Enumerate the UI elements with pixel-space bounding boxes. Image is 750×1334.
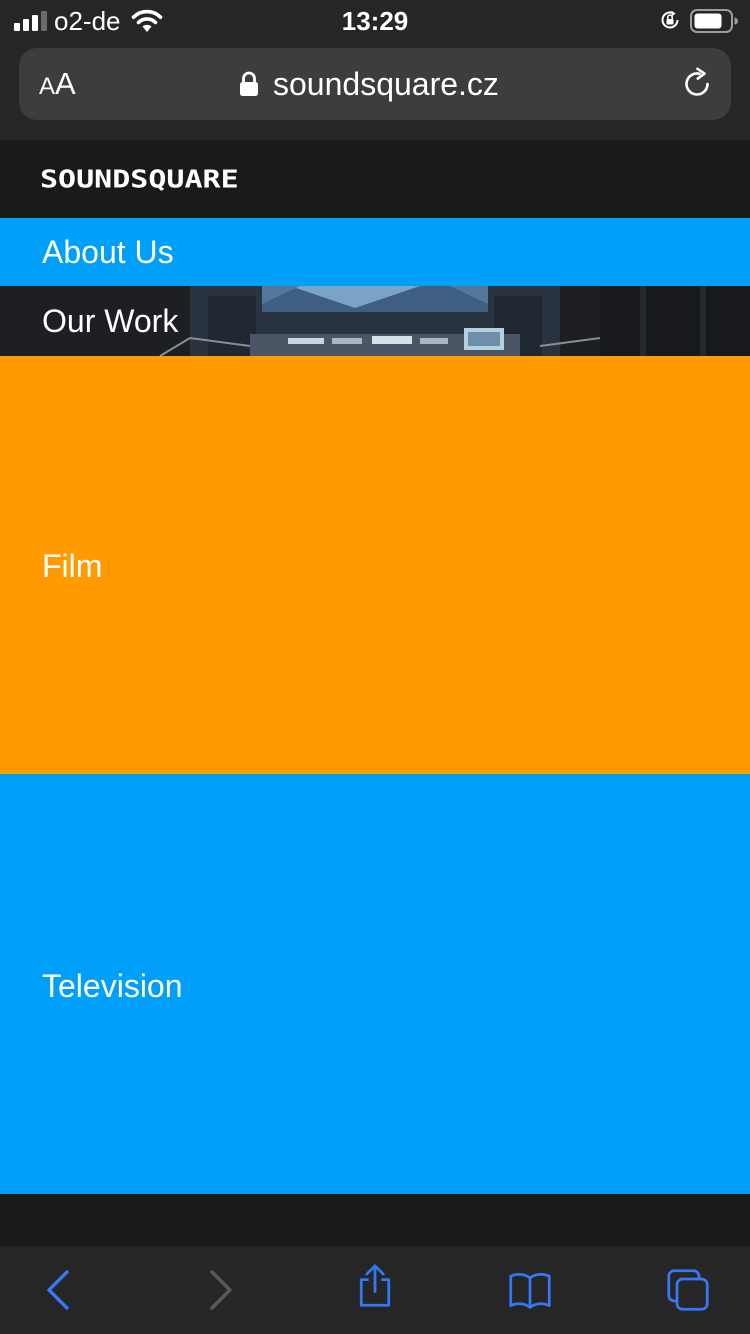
forward-icon[interactable] xyxy=(197,1268,241,1312)
battery-icon xyxy=(690,9,738,33)
share-icon[interactable] xyxy=(353,1264,397,1308)
text-size-small-letter: A xyxy=(39,73,56,100)
phone-screen: o2-de 13:29 AA soundsquare.cz SOUNDSQUAR… xyxy=(0,0,750,1334)
browser-toolbar xyxy=(0,1246,750,1334)
category-label-film: Film xyxy=(42,548,103,584)
address-bar[interactable]: AA soundsquare.cz xyxy=(19,48,731,120)
page-footer xyxy=(0,1194,750,1246)
site-header: SOUNDSQUARE xyxy=(0,140,750,218)
back-icon[interactable] xyxy=(38,1268,82,1312)
nav-label-about-us: About Us xyxy=(42,234,174,270)
site-logo[interactable]: SOUNDSQUARE xyxy=(40,164,239,197)
nav-label-our-work: Our Work xyxy=(42,303,179,339)
url-display[interactable]: soundsquare.cz xyxy=(239,62,559,106)
nav-item-about-us[interactable]: About Us xyxy=(0,218,750,286)
lock-icon xyxy=(240,71,258,96)
category-label-television: Television xyxy=(42,968,183,1004)
category-tile-television[interactable]: Television xyxy=(0,774,750,1194)
orientation-lock-icon xyxy=(661,10,679,29)
text-size-large-letter: A xyxy=(55,66,76,101)
browser-top-bar: AA soundsquare.cz xyxy=(0,40,750,140)
status-bar: o2-de 13:29 xyxy=(0,0,750,40)
nav-item-our-work[interactable]: Our Work xyxy=(0,286,750,356)
status-time: 13:29 xyxy=(341,6,409,36)
bookmarks-icon[interactable] xyxy=(508,1268,552,1312)
url-domain-text: soundsquare.cz xyxy=(273,66,499,102)
text-size-button[interactable]: AA xyxy=(39,64,76,104)
reload-icon[interactable] xyxy=(679,66,715,102)
category-tile-film[interactable]: Film xyxy=(0,356,750,774)
tabs-icon[interactable] xyxy=(666,1268,710,1312)
